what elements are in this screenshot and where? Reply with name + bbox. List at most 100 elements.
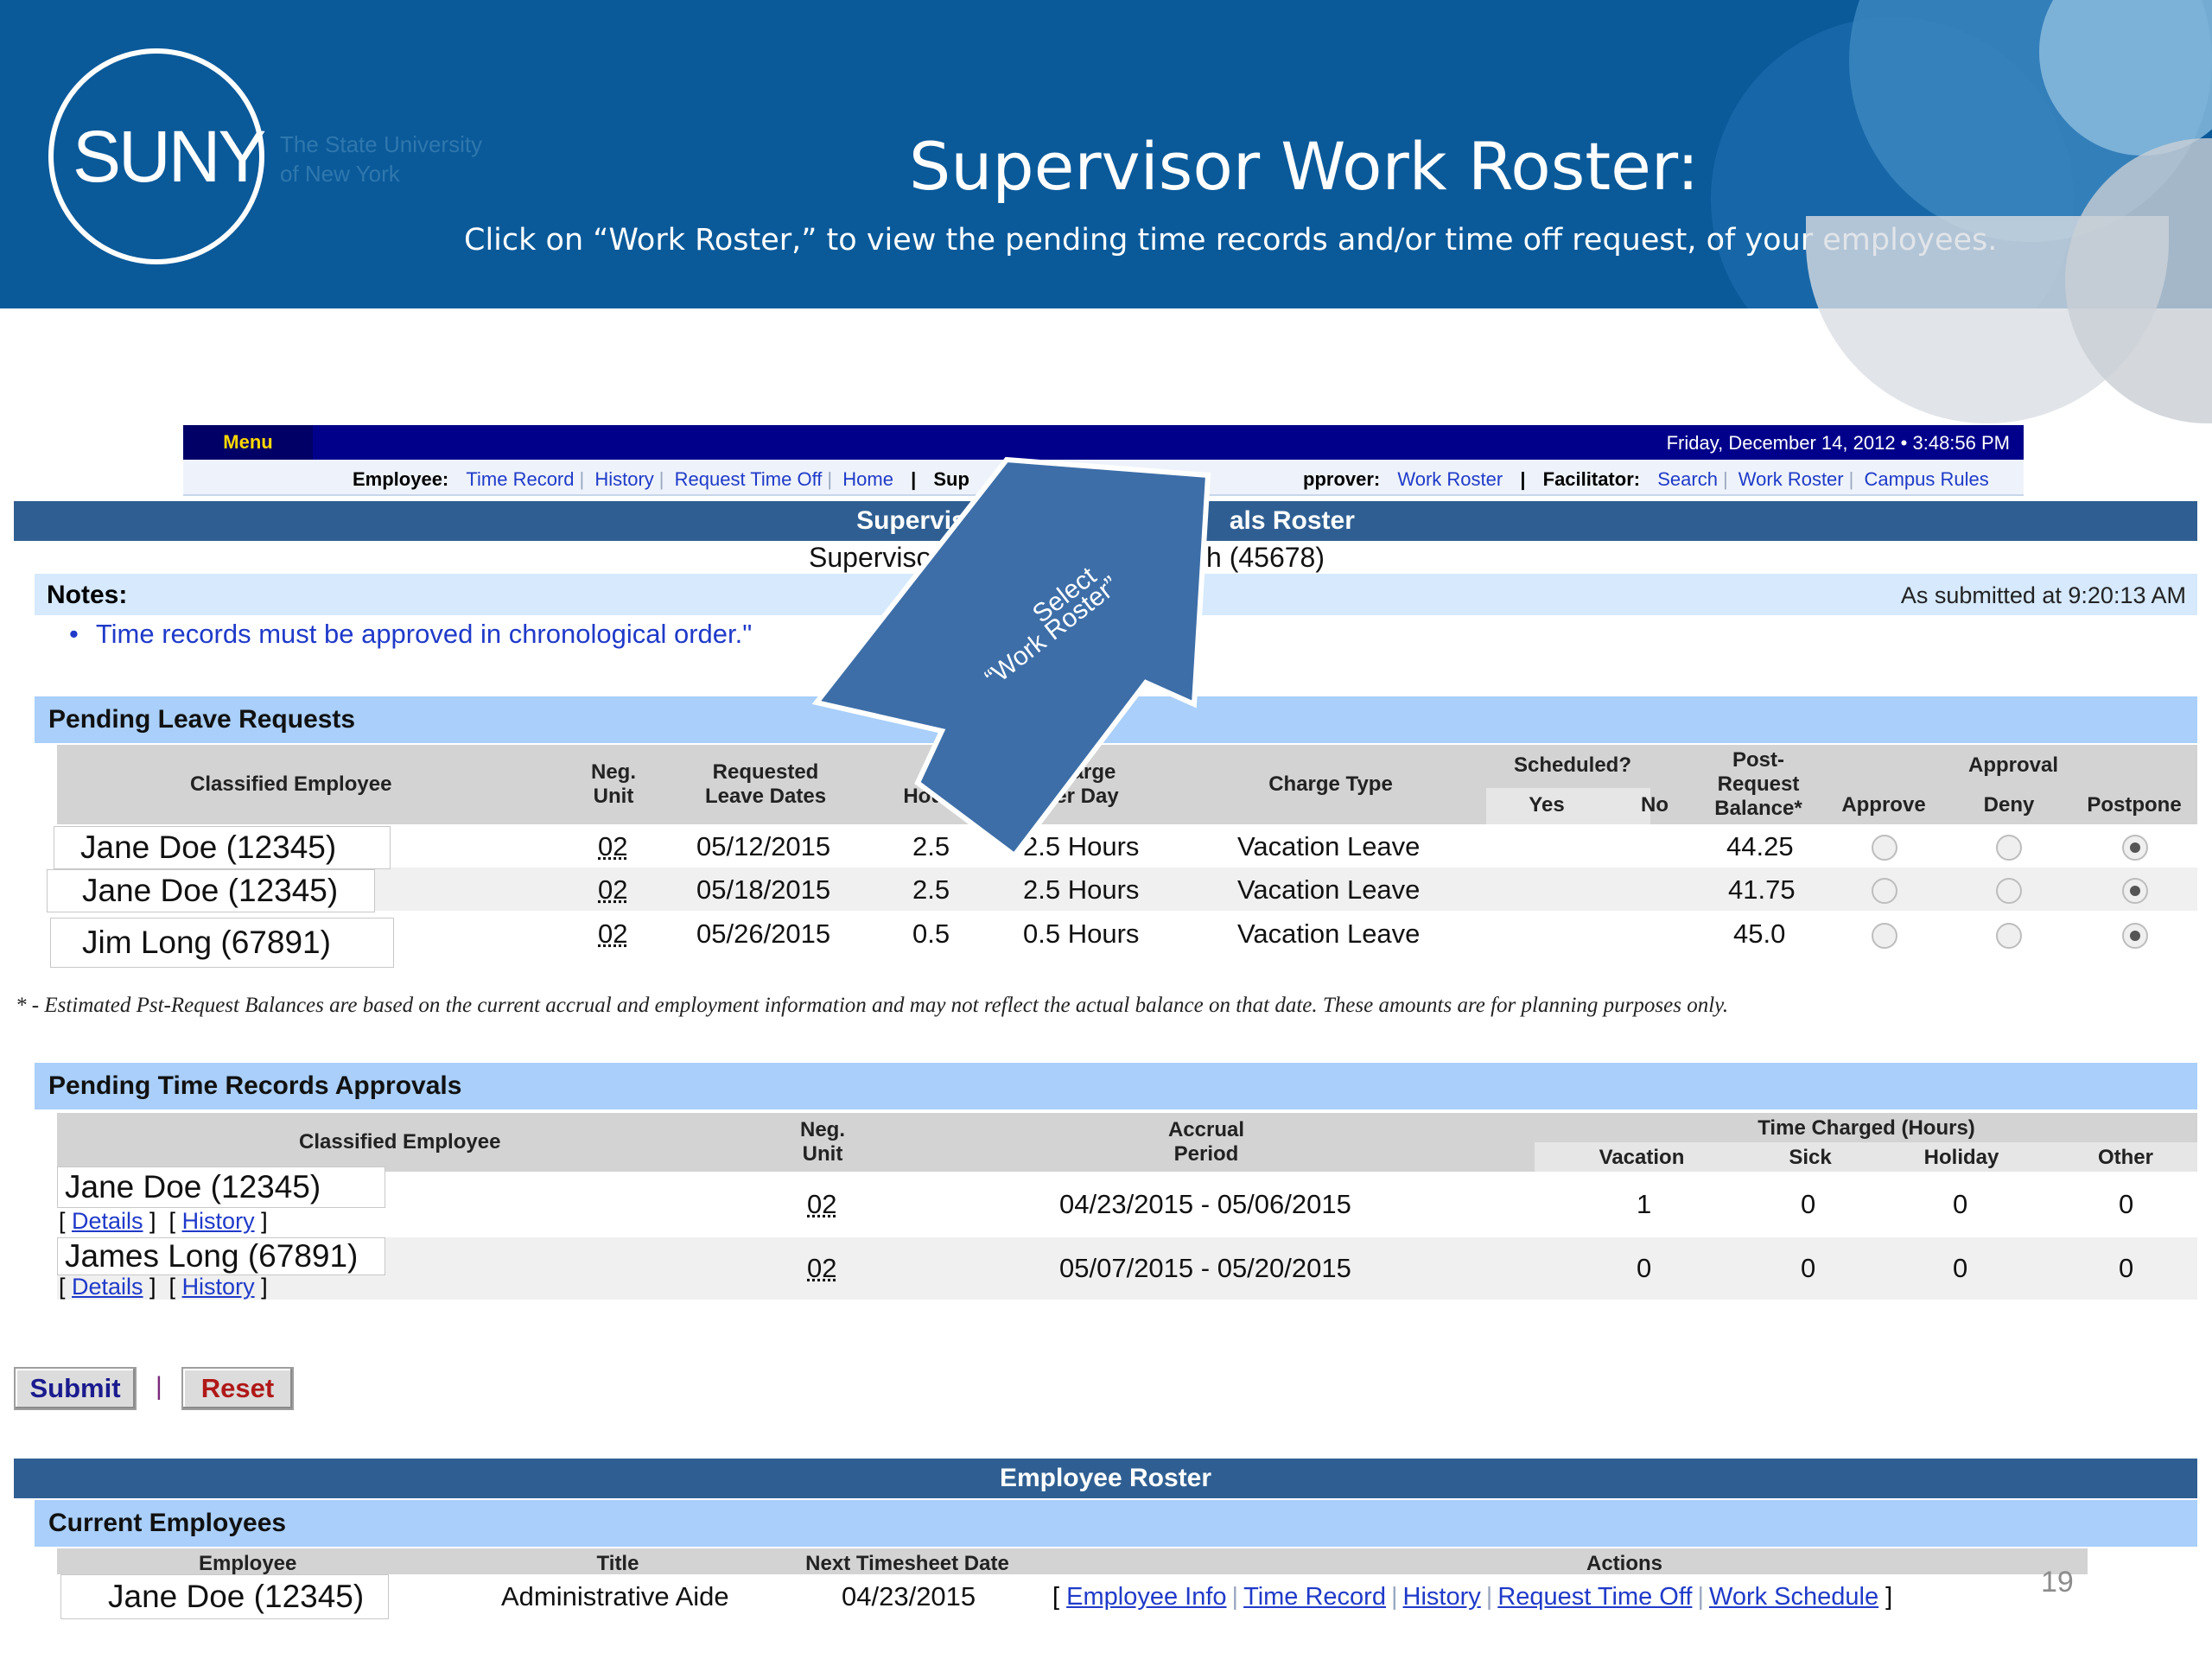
leave-balance: 44.25 xyxy=(1726,831,1794,861)
history-link[interactable]: History xyxy=(182,1274,255,1300)
col-approve: Approve xyxy=(1841,793,1926,817)
col-holiday: Holiday xyxy=(1923,1146,1999,1169)
approve-radio[interactable] xyxy=(1872,878,1897,904)
leave-hours: 2.5 xyxy=(912,831,950,861)
time-other: 0 xyxy=(2119,1253,2134,1283)
leave-per-day: 0.5 Hours xyxy=(1023,918,1140,949)
menu-bar: Menu Friday, December 14, 2012 • 3:48:56… xyxy=(183,425,2024,460)
leave-dates: 05/18/2015 xyxy=(696,874,831,905)
time-record-links: [ Details ] [ History ] xyxy=(59,1274,268,1300)
button-divider: | xyxy=(156,1372,162,1401)
time-vacation: 0 xyxy=(1637,1253,1652,1283)
time-neg-unit[interactable]: 02 xyxy=(807,1253,836,1284)
leave-per-day: 2.5 Hours xyxy=(1023,831,1140,861)
col-charge-type: Charge Type xyxy=(1268,772,1393,796)
postpone-radio[interactable] xyxy=(2122,923,2148,949)
col-approval: Approval xyxy=(1967,753,2058,777)
col-classified-employee: Classified Employee xyxy=(299,1130,501,1154)
leave-dates: 05/12/2015 xyxy=(696,831,831,861)
pending-time-records-header: Pending Time Records Approvals xyxy=(35,1063,2197,1109)
roster-employee-name: Jane Doe (12345) xyxy=(60,1574,389,1619)
reset-button[interactable]: Reset xyxy=(181,1367,294,1410)
time-record-link[interactable]: Time Record xyxy=(1243,1583,1386,1611)
col-neg-unit: Neg. Unit xyxy=(590,760,636,808)
roster-title: Administrative Aide xyxy=(501,1581,729,1611)
slide-subtitle: Click on “Work Roster,” to view the pend… xyxy=(464,223,1998,257)
nav-request-time-off[interactable]: Request Time Off xyxy=(675,468,823,490)
approve-radio[interactable] xyxy=(1872,835,1897,861)
nav-link-bar: Employee: Time Record | History | Request … xyxy=(183,460,2024,496)
leave-type: Vacation Leave xyxy=(1237,874,1421,905)
time-neg-unit[interactable]: 02 xyxy=(807,1189,836,1220)
menu-button[interactable]: Menu xyxy=(183,425,313,460)
nav-time-record[interactable]: Time Record xyxy=(466,468,574,490)
leave-hours: 0.5 xyxy=(912,918,950,949)
supervisor-name-left: Supervisor(Desi xyxy=(809,542,1006,573)
deny-radio[interactable] xyxy=(1996,878,2022,904)
details-link[interactable]: Details xyxy=(72,1208,143,1234)
nav-home[interactable]: Home xyxy=(842,468,893,490)
approve-radio[interactable] xyxy=(1872,923,1897,949)
col-scheduled: Scheduled? xyxy=(1513,753,1632,777)
suny-logo-subtitle: The State University of New York xyxy=(280,131,483,187)
current-employees-header: Current Employees xyxy=(35,1500,2197,1547)
time-holiday: 0 xyxy=(1953,1189,1968,1219)
postpone-radio[interactable] xyxy=(2122,878,2148,904)
nav-campus-rules[interactable]: Campus Rules xyxy=(1864,468,1988,490)
work-schedule-link[interactable]: Work Schedule xyxy=(1709,1583,1878,1611)
details-link[interactable]: Details xyxy=(72,1274,143,1300)
leave-employee-name: Jane Doe (12345) xyxy=(47,869,375,912)
leave-type: Vacation Leave xyxy=(1237,918,1421,949)
balance-footnote: * - Estimated Pst-Request Balances are b… xyxy=(16,994,1729,1017)
col-deny: Deny xyxy=(1983,793,2035,817)
leave-type: Vacation Leave xyxy=(1237,831,1421,861)
col-time-charged: Time Charged (Hours) xyxy=(1758,1116,1975,1140)
pending-leave-requests-header: Pending Leave Requests xyxy=(35,696,2197,743)
postpone-radio[interactable] xyxy=(2122,835,2148,861)
col-postpone: Postpone xyxy=(2087,793,2182,817)
col-scheduled-yes: Yes xyxy=(1529,793,1565,817)
deny-radio[interactable] xyxy=(1996,923,2022,949)
nav-facilitator-search[interactable]: Search xyxy=(1657,468,1718,490)
approvals-roster-header: Supervisor Pe als Roster xyxy=(14,501,2197,541)
col-vacation: Vacation xyxy=(1599,1146,1685,1169)
notes-bar xyxy=(35,574,2197,615)
notes-item: • Time records must be approved in chrono… xyxy=(69,619,753,649)
time-employee-name: Jane Doe (12345) xyxy=(57,1166,385,1208)
nav-work-roster[interactable]: Work Roster xyxy=(1397,468,1503,490)
col-accrual-period: Accrual Period xyxy=(1167,1118,1245,1166)
leave-neg-unit[interactable]: 02 xyxy=(598,874,627,906)
roster-actions: [ Employee Info | Time Record | History | Requ… xyxy=(1052,1583,1893,1611)
col-neg-unit: Neg. Unit xyxy=(799,1118,845,1166)
nav-facilitator-work-roster[interactable]: Work Roster xyxy=(1738,468,1844,490)
submitted-time: As submitted at 9:20:13 AM xyxy=(1900,582,2186,608)
time-other: 0 xyxy=(2119,1189,2134,1219)
deny-radio[interactable] xyxy=(1996,835,2022,861)
leave-neg-unit[interactable]: 02 xyxy=(598,831,627,862)
request-time-off-link[interactable]: Request Time Off xyxy=(1497,1583,1692,1611)
col-requested-dates: Requested Leave Dates xyxy=(704,760,827,808)
time-sick: 0 xyxy=(1801,1253,1816,1283)
nav-history[interactable]: History xyxy=(594,468,653,490)
history-link[interactable]: History xyxy=(182,1208,255,1234)
time-accrual-period: 05/07/2015 - 05/20/2015 xyxy=(1059,1253,1351,1283)
submit-button[interactable]: Submit xyxy=(14,1367,137,1410)
supervisor-links: pprover: Work Roster | Facilitator: Sear… xyxy=(1303,468,1989,490)
history-link[interactable]: History xyxy=(1403,1583,1481,1611)
col-classified-employee: Classified Employee xyxy=(190,772,392,796)
notes-label: Notes: xyxy=(47,581,128,609)
current-datetime: Friday, December 14, 2012 • 3:48:56 PM xyxy=(1666,432,2010,454)
col-post-request-balance: Post- Request Balance* xyxy=(1714,748,1802,820)
time-record-links: [ Details ] [ History ] xyxy=(59,1208,268,1234)
col-charge-per-day: Charge Per Day xyxy=(1041,760,1119,808)
leave-neg-unit[interactable]: 02 xyxy=(598,918,627,950)
col-title: Title xyxy=(596,1552,639,1575)
slide-title: Supervisor Work Roster: xyxy=(909,128,1700,205)
col-next-timesheet-date: Next Timesheet Date xyxy=(805,1552,1009,1575)
col-actions: Actions xyxy=(1586,1552,1662,1575)
time-employee-name: James Long (67891) xyxy=(57,1237,385,1275)
col-scheduled-no: No xyxy=(1641,793,1669,817)
employee-info-link[interactable]: Employee Info xyxy=(1066,1583,1226,1611)
time-sick: 0 xyxy=(1801,1189,1816,1219)
roster-table-header xyxy=(57,1548,2088,1574)
